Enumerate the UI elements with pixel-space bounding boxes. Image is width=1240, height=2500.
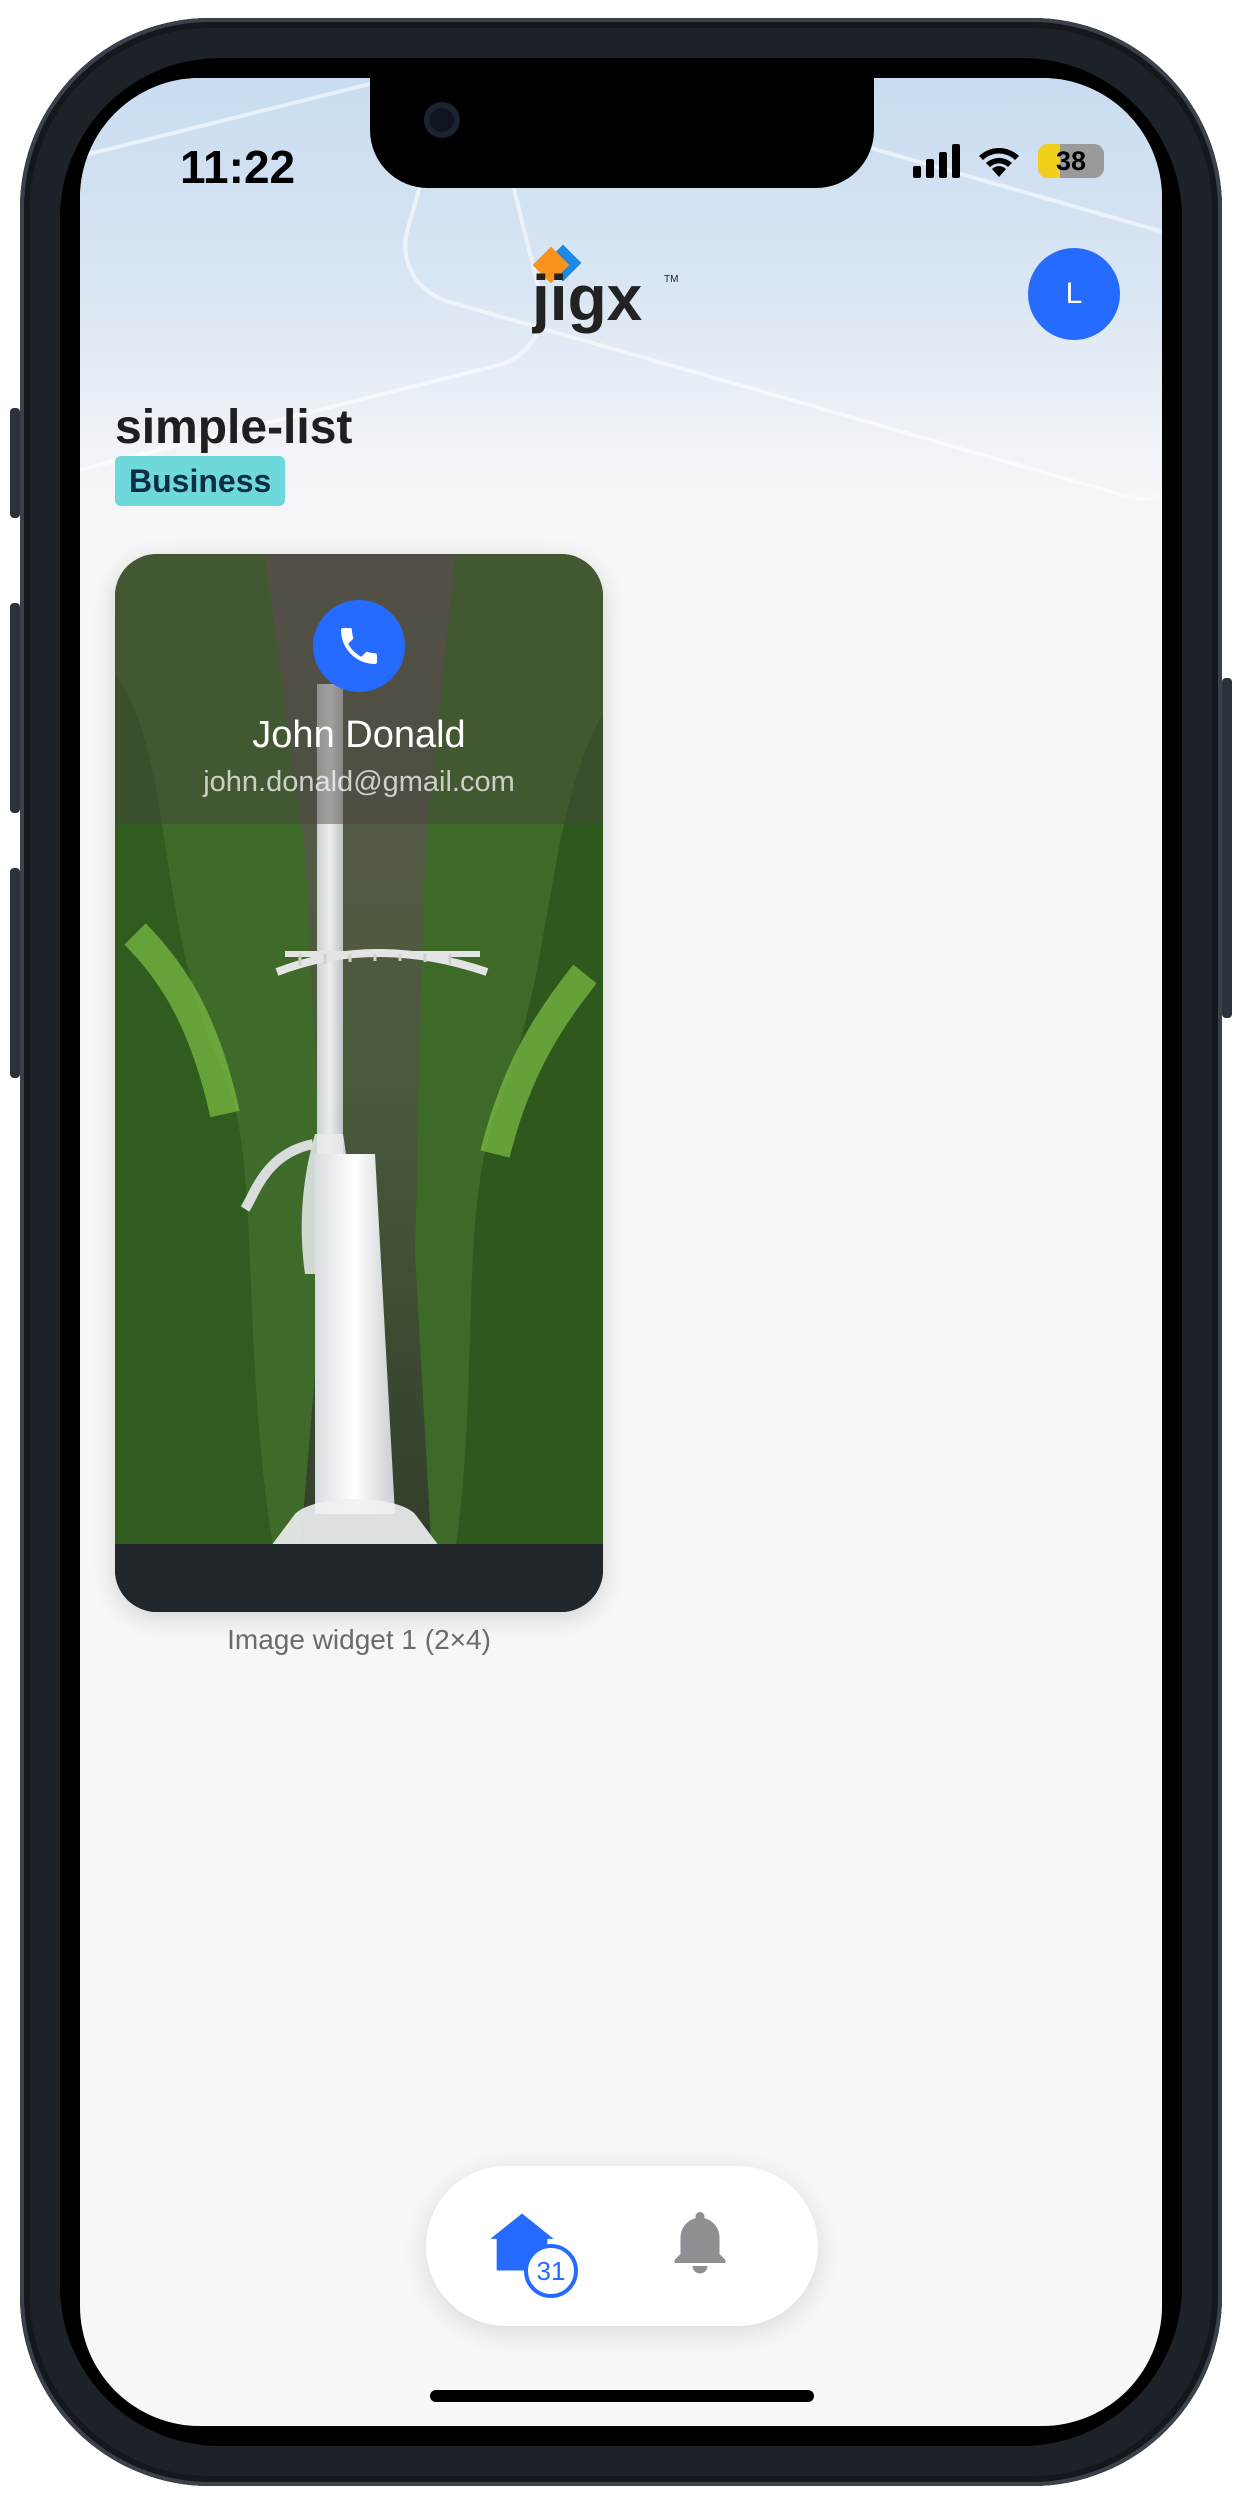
tab-notifications[interactable] [664,2204,760,2300]
battery-level: 38 [1055,145,1087,176]
tab-home[interactable]: 31 [484,2204,580,2300]
wifi-icon [979,148,1019,177]
page-title: simple-list [115,401,353,454]
logo-tm: TM [664,274,678,285]
status-icons: 38 [913,144,1104,178]
logo-text: jigx [532,262,643,334]
volume-down-button [10,868,20,1078]
action-button [10,408,20,518]
screen: 11:22 38 jigx TM L simple-list Business [80,78,1162,2426]
phone-icon [341,628,377,664]
call-button[interactable] [313,600,405,692]
contact-overlay: John Donald john.donald@gmail.com [115,554,603,824]
signal-icon [913,144,960,178]
home-indicator [430,2390,814,2402]
category-tag: Business [115,456,286,506]
notch [370,78,874,188]
battery-icon: 38 [1038,144,1104,178]
power-button [1222,678,1232,1018]
status-time: 11:22 [180,141,296,193]
home-badge: 31 [524,2244,578,2298]
avatar[interactable]: L [1028,248,1120,340]
image-widget[interactable]: John Donald john.donald@gmail.com [115,554,603,1612]
jigx-logo: jigx TM [531,240,682,341]
bottom-tab-bar: 31 [426,2166,818,2326]
contact-email: john.donald@gmail.com [203,766,515,798]
volume-up-button [10,603,20,813]
contact-name: John Donald [252,714,466,756]
widget-caption: Image widget 1 (2×4) [227,1624,491,1655]
bell-icon [674,2212,726,2274]
